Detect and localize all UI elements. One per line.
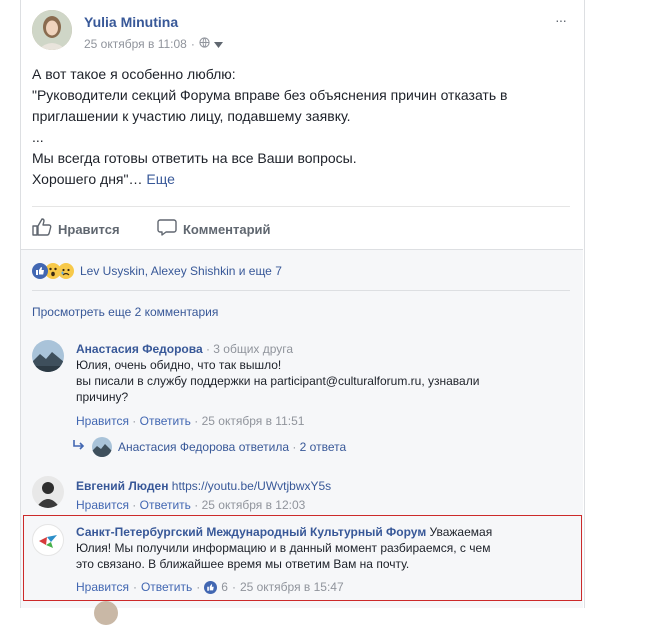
comment-author-name[interactable]: Евгений Люден [76,479,168,493]
like-count-icon [204,580,218,594]
reply-author-name: Анастасия Федорова [118,440,236,454]
separator-dot: · [132,580,137,594]
mutual-friends-text: · 3 общих друга [202,342,294,356]
see-more-link[interactable]: Еще [146,171,175,187]
comment-actions: Нравится · Ответить · 6 · 25 октября в 15:4… [76,580,344,594]
reply-action-text: ответила [235,440,289,454]
comment-line: причину? [76,390,129,404]
separator-dot: · [196,580,201,594]
comment-body: Евгений Люден https://youtu.be/UWvtjbwxY… [76,478,566,494]
comment-like-link[interactable]: Нравится [76,580,129,594]
reply-count: 2 ответа [299,440,347,454]
comment-timestamp[interactable]: 25 октября в 15:47 [240,580,344,594]
replies-summary[interactable]: Анастасия Федорова ответила · 2 ответа [72,437,346,457]
forum-logo-avatar[interactable] [32,524,64,556]
divider [32,206,570,207]
post-line: ... [32,129,44,145]
comment-author-name[interactable]: Санкт-Петербургский Международный Культу… [76,525,426,539]
separator-dot: · [231,580,236,594]
comment-like-link[interactable]: Нравится [76,498,129,512]
post-line: Мы всегда готовы ответить на все Ваши во… [32,150,357,166]
post-line: "Руководители секций Форума вправе без о… [32,87,508,103]
comment-reply-link[interactable]: Ответить [140,414,191,428]
reactions-summary[interactable]: Lev Usyskin, Alexey Shishkin и еще 7 [80,264,282,278]
comment-line: Юлия, очень обидно, что так вышло! [76,358,282,372]
separator-dot: · [190,37,195,51]
comment-like-count[interactable]: 6 [221,580,228,594]
post-body: А вот такое я особенно люблю: "Руководит… [32,64,567,190]
comment-header-line: Анастасия Федорова · 3 общих друга [76,341,566,357]
post-meta: 25 октября в 11:08 · [84,37,223,51]
comment-timestamp[interactable]: 25 октября в 12:03 [202,498,306,512]
author-avatar[interactable] [32,10,72,50]
commenter-avatar[interactable] [32,476,64,508]
post-line: приглашении к участию лицу, подавшему за… [32,108,351,124]
post-line: А вот такое я особенно люблю: [32,66,236,82]
reply-author-avatar [92,437,112,457]
thumbs-up-icon [32,218,52,241]
comment-actions: Нравится · Ответить · 25 октября в 11:51 [76,414,305,428]
view-more-comments-link[interactable]: Просмотреть еще 2 комментария [32,305,218,319]
comment-header-line: Санкт-Петербургский Международный Культу… [76,524,570,540]
commenter-avatar[interactable] [94,601,118,625]
post-author-name[interactable]: Yulia Minutina [84,14,178,30]
comment-actions: Нравится · Ответить · 25 октября в 12:03 [76,498,306,512]
comment-line: вы писали в службу поддержки на particip… [76,374,480,388]
comment-reply-link[interactable]: Ответить [140,498,191,512]
reply-summary-text: Анастасия Федорова ответила · 2 ответа [118,440,347,454]
comment-author-name[interactable]: Анастасия Федорова [76,342,203,356]
comment-line: Юлия! Мы получили информацию и в данный … [76,541,491,555]
post-options-icon[interactable]: ··· [555,12,567,28]
comment-body: Анастасия Федорова · 3 общих друга Юлия,… [76,341,566,405]
post-timestamp[interactable]: 25 октября в 11:08 [84,37,187,51]
like-icon [32,263,48,279]
like-button[interactable]: Нравится [32,218,120,241]
comment-button-label: Комментарий [183,222,271,237]
reply-arrow-icon [72,438,86,456]
comment-button[interactable]: Комментарий [157,218,271,241]
globe-icon[interactable] [199,37,210,51]
comment-timestamp[interactable]: 25 октября в 11:51 [202,414,305,428]
comment-url-link[interactable]: https://youtu.be/UWvtjbwxY5s [172,479,331,493]
divider [32,290,570,291]
like-button-label: Нравится [58,222,120,237]
commenter-avatar[interactable] [32,340,64,372]
comment-body: Санкт-Петербургский Международный Культу… [76,524,570,572]
divider [21,249,583,250]
post-line: Хорошего дня"… Еще [32,169,567,190]
comment-reply-link[interactable]: Ответить [141,580,192,594]
comment-line: Уважаемая [426,525,493,539]
post-line-text: Хорошего дня"… [32,171,143,187]
audience-dropdown-icon[interactable] [213,37,223,51]
speech-bubble-icon [157,218,177,241]
comment-like-link[interactable]: Нравится [76,414,129,428]
reactions-row[interactable]: Lev Usyskin, Alexey Shishkin и еще 7 [32,263,282,279]
comment-line: это связано. В ближайшее время мы ответи… [76,557,410,571]
